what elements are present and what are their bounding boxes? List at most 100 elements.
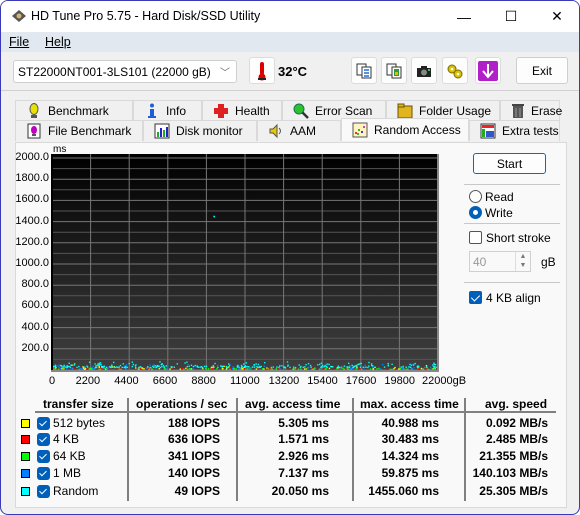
tab-erase[interactable]: Erase xyxy=(500,100,562,121)
data-point-random xyxy=(119,364,122,367)
data-point-random xyxy=(317,364,319,366)
data-point-random xyxy=(109,365,111,368)
data-point-random xyxy=(367,366,369,369)
tab-aam[interactable]: AAM xyxy=(257,120,341,141)
menu-file[interactable]: File xyxy=(9,35,29,49)
data-point-random xyxy=(409,366,412,369)
tab-extra-tests[interactable]: Extra tests xyxy=(469,120,560,141)
data-point-random xyxy=(246,365,248,368)
tab-disk-monitor[interactable]: Disk monitor xyxy=(143,120,257,141)
data-point-random xyxy=(414,362,416,365)
data-point-random xyxy=(302,366,304,369)
data-point-1-mb xyxy=(231,367,234,370)
data-point-random xyxy=(257,363,260,366)
data-point-random xyxy=(292,366,295,368)
tab-info[interactable]: Info xyxy=(133,100,202,121)
data-point-random xyxy=(155,366,157,369)
spinner-arrows[interactable]: ▲ ▼ xyxy=(515,252,530,271)
data-point-random xyxy=(351,364,353,367)
y-tick-label: 1400.0 xyxy=(15,214,49,227)
maximize-button[interactable]: ☐ xyxy=(488,1,534,32)
data-point-random xyxy=(294,366,297,369)
tab-health[interactable]: Health xyxy=(202,100,282,121)
align-4kb-checkbox[interactable] xyxy=(469,291,482,304)
data-point-1-mb xyxy=(72,367,74,369)
data-point-512-bytes xyxy=(135,367,137,369)
y-tick-label: 1800.0 xyxy=(15,172,49,185)
data-point-64-kb xyxy=(229,368,231,371)
series-checkbox[interactable] xyxy=(37,417,50,430)
data-point-64-kb xyxy=(378,367,380,370)
short-stroke-spinner[interactable]: 40 ▲ ▼ xyxy=(469,251,531,272)
settings-button[interactable] xyxy=(442,57,468,84)
data-point-random xyxy=(307,362,310,365)
start-button[interactable]: Start xyxy=(473,153,546,174)
data-point-64-kb xyxy=(183,368,185,370)
data-point-random xyxy=(84,366,86,368)
spin-down-icon[interactable]: ▼ xyxy=(516,261,530,270)
save-button[interactable] xyxy=(475,57,501,84)
screenshot-button[interactable] xyxy=(411,57,437,84)
column-divider xyxy=(352,398,354,501)
data-point-64-kb xyxy=(399,368,402,370)
max-access-time: 1455.060 ms xyxy=(368,484,439,498)
data-point-random xyxy=(186,361,188,363)
data-point-random xyxy=(212,364,214,367)
data-point-random xyxy=(94,363,96,365)
copy-image-button[interactable] xyxy=(381,57,407,84)
data-point-random xyxy=(243,363,245,365)
header-transfer-size: transfer size xyxy=(43,397,114,411)
spin-up-icon[interactable]: ▲ xyxy=(516,252,530,261)
data-point-4-kb xyxy=(277,368,280,370)
short-stroke-checkbox[interactable] xyxy=(469,231,482,244)
tab-file-benchmark[interactable]: File Benchmark xyxy=(15,120,143,141)
drive-select[interactable]: ST22000NT001-3LS101 (22000 gB) ﹀ xyxy=(13,60,237,83)
data-point-random xyxy=(220,365,222,367)
tab-benchmark[interactable]: Benchmark xyxy=(15,100,133,121)
data-point-4-kb xyxy=(107,368,109,371)
header-max-access: max. access time xyxy=(360,397,459,411)
data-point-random xyxy=(68,365,70,368)
tab-random-access[interactable]: Random Access xyxy=(341,118,469,141)
data-point-random xyxy=(402,365,404,368)
data-point-random xyxy=(131,361,134,363)
data-point-512-bytes xyxy=(223,365,225,368)
data-point-random xyxy=(287,365,289,367)
data-point-1-mb xyxy=(92,365,94,367)
data-point-random xyxy=(248,366,250,368)
series-checkbox[interactable] xyxy=(37,450,50,463)
transfer-size: 4 KB xyxy=(53,432,80,446)
data-point-1-mb xyxy=(125,368,127,370)
read-radio[interactable] xyxy=(469,190,482,203)
data-point-1-mb xyxy=(360,365,363,367)
operations-per-sec: 49 IOPS xyxy=(174,484,220,498)
avg-speed: 140.103 MB/s xyxy=(472,466,548,480)
exit-button[interactable]: Exit xyxy=(516,57,568,84)
data-point-random xyxy=(54,364,57,366)
menu-help[interactable]: Help xyxy=(45,35,71,49)
data-point-1-mb xyxy=(372,366,374,369)
series-checkbox[interactable] xyxy=(37,485,50,498)
app-window: HD Tune Pro 5.75 - Hard Disk/SSD Utility… xyxy=(0,0,580,515)
close-button[interactable]: ✕ xyxy=(534,1,579,32)
copy-text-button[interactable] xyxy=(351,57,377,84)
temperature-button[interactable] xyxy=(249,57,275,84)
data-point-64-kb xyxy=(360,368,363,371)
series-checkbox[interactable] xyxy=(37,467,50,480)
y-tick-label: 800.0 xyxy=(21,278,49,291)
data-point-1-mb xyxy=(413,367,415,369)
write-radio[interactable] xyxy=(469,206,482,219)
data-point-random xyxy=(121,366,124,369)
series-checkbox[interactable] xyxy=(37,433,50,446)
data-point-random xyxy=(73,364,75,366)
data-point-64-kb xyxy=(422,368,425,370)
data-point-512-bytes xyxy=(179,368,182,370)
minimize-button[interactable]: — xyxy=(441,1,487,32)
data-point-random xyxy=(228,363,230,365)
data-point-random xyxy=(221,365,224,368)
data-point-512-bytes xyxy=(211,366,213,368)
y-tick-label: 200.0 xyxy=(21,341,49,354)
data-point-random xyxy=(251,366,254,368)
data-point-random xyxy=(343,365,346,367)
data-point-64-kb xyxy=(347,368,350,370)
